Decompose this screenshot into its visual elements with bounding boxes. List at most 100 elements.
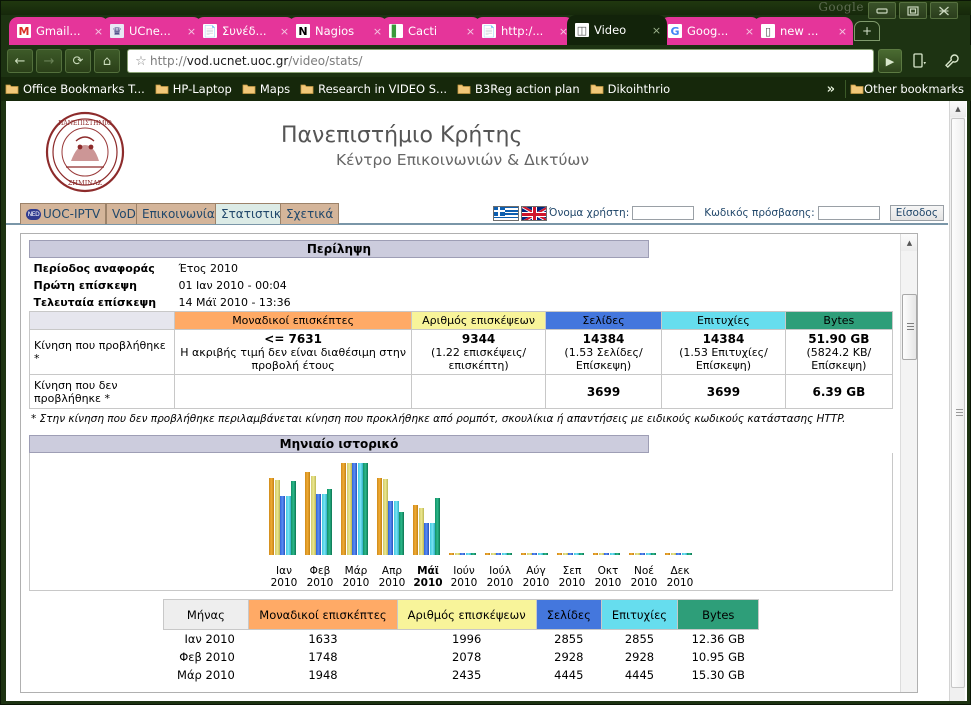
chart-bar — [382, 479, 388, 555]
first-visit-label: Πρώτη επίσκεψη — [33, 279, 138, 292]
chart-bar — [615, 553, 621, 555]
chart-bar — [579, 553, 585, 555]
summary-header-unique-visitors: Μοναδικοί επισκέπτες — [173, 311, 413, 330]
not-viewed-hits-cell: 3699 — [661, 374, 786, 409]
login-submit-button[interactable]: Είσοδος — [889, 205, 944, 221]
table-header-row: Μοναδικοί επισκέπτες Αριθμός επισκέψεων … — [29, 311, 894, 330]
go-button[interactable]: ▶ — [878, 49, 902, 73]
password-input[interactable] — [817, 206, 880, 220]
forward-button[interactable]: → — [36, 49, 62, 73]
browser-tab[interactable]: N Nagios × — [288, 17, 388, 45]
bookmark-item[interactable]: Office Bookmarks T... — [5, 80, 145, 99]
scroll-up-button[interactable]: ▲ — [950, 101, 966, 117]
tab-close-button[interactable]: × — [836, 25, 849, 38]
page-scrollbar[interactable]: ▲ — [949, 101, 966, 701]
viewed-unique-cell: <= 7631 Η ακριβής τιμή δεν είναι διαθέσι… — [173, 329, 413, 375]
bookmark-star-icon[interactable]: ☆ — [132, 54, 150, 69]
browser-tab[interactable]: M Gmail... × — [9, 17, 109, 45]
stats-frame: Περίληψη Περίοδος αναφοράς Έτος 2010 Πρώ… — [20, 233, 918, 693]
nav-item-sxetika[interactable]: Σχετικά — [280, 203, 340, 224]
bookmark-item[interactable]: B3Reg action plan — [457, 80, 580, 99]
monthly-header-hits: Επιτυχίες — [600, 599, 679, 630]
chart-x-label: Ιούλ 2010 — [486, 565, 514, 589]
bookmark-item[interactable]: Maps — [242, 80, 290, 99]
folder-icon — [300, 80, 314, 99]
browser-tab[interactable]: G Goog... × — [660, 17, 760, 45]
bookmark-item[interactable]: HP-Laptop — [155, 80, 232, 99]
monthly-visits: 1996 — [452, 632, 482, 646]
folder-icon — [5, 80, 19, 99]
bookmarks-overflow-button[interactable]: » — [821, 82, 841, 97]
chart-bar — [568, 553, 574, 555]
address-bar[interactable]: ☆ http://vod.ucnet.uoc.gr/video/stats/ — [127, 49, 874, 73]
chart-bar — [543, 553, 549, 555]
home-button[interactable]: ⌂ — [94, 49, 120, 73]
chart-bar — [640, 553, 646, 555]
wrench-menu-icon[interactable] — [938, 49, 966, 73]
tab-title: Συνέδ... — [222, 24, 267, 38]
bookmark-item[interactable]: Research in VIDEO S... — [300, 80, 447, 99]
chart-bar — [418, 508, 424, 555]
scroll-thumb[interactable] — [951, 118, 965, 688]
chart-bar — [305, 472, 310, 555]
table-row-not-viewed-traffic: Κίνηση που δεν προβλήθηκε * 3699 3699 6.… — [29, 374, 894, 409]
nav-label: Στατιστικά — [221, 207, 289, 221]
table-row: Τελευταία επίσκεψη 14 Μάϊ 2010 - 13:36 — [30, 294, 893, 312]
chart-bar — [573, 553, 579, 555]
bookmark-label: Dikoihthrio — [607, 82, 671, 96]
browser-tab[interactable]: 📄 http:/... × — [474, 17, 574, 45]
browser-tab[interactable]: ♛ UCne... × — [102, 17, 202, 45]
bookmark-item[interactable]: Dikoihthrio — [590, 80, 671, 99]
chart-bar — [399, 512, 405, 555]
folder-icon — [155, 80, 169, 99]
monthly-month: Μάρ 2010 — [177, 668, 235, 682]
tab-title: Goog... — [687, 24, 729, 38]
monthly-hits: 2928 — [624, 650, 655, 664]
chart-bar — [327, 489, 333, 555]
new-tab-button[interactable]: + — [854, 21, 880, 41]
chart-bar — [280, 496, 286, 555]
chart-x-label: Νοέ 2010 — [630, 565, 658, 589]
tab-close-button[interactable]: × — [650, 24, 663, 37]
tab-title: UCne... — [129, 24, 171, 38]
chart-bar — [485, 553, 490, 555]
monthly-table: Μήνας Μοναδικοί επισκέπτες Αριθμός επισκ… — [162, 599, 760, 684]
chart-bar — [413, 505, 418, 555]
inner-scrollbar[interactable]: ▲ — [900, 234, 917, 692]
monthly-visits: 2435 — [452, 668, 482, 682]
inner-scroll-up-button[interactable]: ▲ — [901, 234, 917, 251]
nav-item-uoc-iptv[interactable]: NED UOC-IPTV — [20, 203, 107, 224]
page-viewport: ΣHMINAZ ΠANEΠIΣTHMIO Πανεπιστήμιο Κρήτης… — [6, 101, 967, 701]
page-menu-icon[interactable] — [906, 49, 934, 73]
browser-tab[interactable]: ▌ Cacti × — [381, 17, 481, 45]
gmail-icon: M — [17, 24, 31, 38]
uk-flag-icon[interactable] — [520, 205, 547, 221]
viewed-hits-cell: 14384 (1.53 Επιτυχίες/Επίσκεψη) — [661, 329, 786, 375]
chart-bar — [471, 553, 477, 555]
chart-bar — [357, 463, 363, 555]
greek-flag-icon[interactable] — [492, 205, 519, 221]
tab-title: Video — [594, 23, 627, 37]
chart-x-label: Μάρ 2010 — [342, 565, 370, 589]
chart-bar — [363, 463, 369, 555]
other-bookmarks-button[interactable]: Other bookmarks — [850, 80, 964, 99]
nav-label: Επικοινωνία — [142, 207, 215, 221]
chart-bar — [687, 553, 693, 555]
password-label: Κωδικός πρόσβασης: — [704, 207, 815, 219]
viewed-pages-cell: 14384 (1.53 Σελίδες/Επίσκεψη) — [544, 329, 663, 375]
username-input[interactable] — [632, 206, 695, 220]
nav-label: VoD — [112, 207, 136, 221]
reload-button[interactable]: ⟳ — [65, 49, 91, 73]
browser-tab-active[interactable]: ◫ Video × — [567, 15, 667, 45]
chart-bar — [670, 553, 676, 555]
nav-item-epikoinonia[interactable]: Επικοινωνία — [136, 203, 221, 224]
browser-tab[interactable]: 📄 Συνέδ... × — [195, 17, 295, 45]
chart-bar — [676, 553, 682, 555]
monthly-hits: 2855 — [624, 632, 655, 646]
other-bookmarks-label: Other bookmarks — [864, 82, 964, 96]
back-button[interactable]: ← — [7, 49, 33, 73]
monthly-pages: 2928 — [554, 650, 584, 664]
table-row-viewed-traffic: Κίνηση που προβλήθηκε * <= 7631 Η ακριβή… — [29, 329, 894, 375]
browser-tab[interactable]: ▯ new ... × — [753, 17, 853, 45]
inner-scroll-thumb[interactable] — [902, 294, 917, 360]
